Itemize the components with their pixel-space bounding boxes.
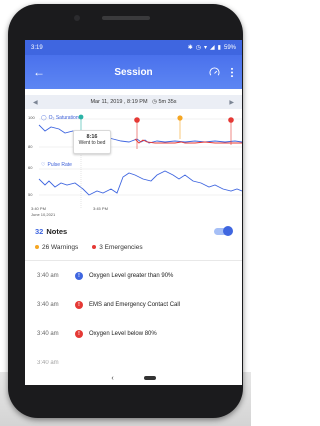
alert-icon: !: [75, 300, 83, 309]
battery-icon: ▮: [217, 45, 221, 51]
o2-icon: ◯: [41, 115, 47, 121]
y-tick: 60: [28, 165, 33, 170]
event-time: 3:40 am: [37, 301, 59, 308]
list-item[interactable]: 3:40 am ! Oxygen Level below 80%: [25, 319, 242, 348]
session-chart[interactable]: 100 80 60 50 ◯ O₂ Saturation ♡ Pulse Rat…: [25, 109, 242, 221]
x-axis-start-time: 3:40 PM: [31, 206, 46, 211]
notes-summary: 26 Warnings 3 Emergencies: [25, 240, 242, 254]
session-date: Mar 11, 2019 , 8:19 PM: [90, 99, 148, 105]
back-arrow-icon[interactable]: ←: [33, 65, 45, 79]
o2-saturation-legend: ◯ O₂ Saturation: [41, 115, 79, 121]
emergency-dot-icon: [92, 245, 97, 249]
bluetooth-icon: ✱: [187, 45, 193, 51]
clock-icon: ◷: [152, 99, 157, 105]
y-tick: 80: [28, 144, 33, 149]
y-tick: 50: [28, 192, 33, 197]
pulse-rate-line: [38, 170, 242, 196]
next-session-icon[interactable]: ▶: [229, 99, 234, 106]
event-text: EMS and Emergency Contact Call: [89, 301, 181, 308]
app-bar: ← Session: [25, 55, 242, 89]
y-tick: 100: [28, 115, 35, 120]
event-marker[interactable]: [228, 117, 234, 123]
phone-device: 3:19 ✱ ◷ ▾ ◢ ▮ 59% ← Session ◀ Mar 11, 2…: [8, 4, 243, 418]
status-bar: 3:19 ✱ ◷ ▾ ◢ ▮ 59%: [25, 40, 242, 55]
speaker-grill: [102, 16, 150, 20]
notes-header: 32 Notes: [25, 222, 242, 240]
status-time: 3:19: [31, 44, 43, 51]
event-text: Oxygen Level below 80%: [89, 330, 157, 337]
o2-saturation-line: [38, 124, 242, 144]
camera-icon: [74, 15, 80, 21]
heart-icon: ♡: [41, 162, 46, 168]
chart-tooltip: 8:16 Went to bed: [73, 130, 111, 154]
session-duration: 5m 35s: [158, 99, 177, 105]
list-item[interactable]: 3:40 am ! EMS and Emergency Contact Call: [25, 290, 242, 319]
gauge-icon[interactable]: [209, 66, 220, 78]
signal-icon: ◢: [210, 45, 215, 51]
more-vertical-icon[interactable]: [230, 67, 234, 78]
notes-label: Notes: [46, 226, 68, 236]
event-marker[interactable]: [177, 115, 183, 121]
phone-screen: 3:19 ✱ ◷ ▾ ◢ ▮ 59% ← Session ◀ Mar 11, 2…: [25, 40, 242, 385]
alarm-icon: ◷: [195, 45, 202, 51]
home-pill-icon[interactable]: [143, 376, 156, 380]
event-time: 3:40 am: [37, 330, 59, 337]
event-marker[interactable]: [78, 114, 84, 120]
system-nav-bar: ‹: [25, 371, 242, 385]
session-date-bar: ◀ Mar 11, 2019 , 8:19 PM ◷ 5m 35s ▶: [25, 95, 242, 109]
nav-back-icon[interactable]: ‹: [111, 375, 113, 382]
notes-count: 32: [35, 226, 44, 236]
battery-percent: 59%: [223, 44, 236, 51]
event-marker[interactable]: [134, 117, 140, 123]
event-time: 3:40 am: [37, 272, 59, 279]
o2-saturation-red-segment: [134, 138, 242, 144]
notes-toggle[interactable]: [214, 226, 233, 236]
x-axis-start-date: June 10,2021: [31, 212, 56, 217]
wifi-icon: ▾: [204, 45, 208, 51]
event-text: Oxygen Level greater than 90%: [89, 272, 174, 279]
event-time: 3:40 am: [37, 359, 59, 366]
info-icon: !: [75, 271, 83, 280]
x-axis-end-time: 3:45 PM: [93, 206, 108, 211]
alert-icon: !: [75, 329, 83, 338]
tooltip-text: Went to bed: [78, 140, 106, 146]
pulse-rate-legend: ♡ Pulse Rate: [41, 162, 72, 168]
warning-dot-icon: [35, 245, 39, 249]
warnings-count: 26 Warnings: [42, 243, 79, 251]
list-item[interactable]: 3:40 am ! Oxygen Level greater than 90%: [25, 261, 242, 290]
emergencies-count: 3 Emergencies: [99, 243, 143, 251]
